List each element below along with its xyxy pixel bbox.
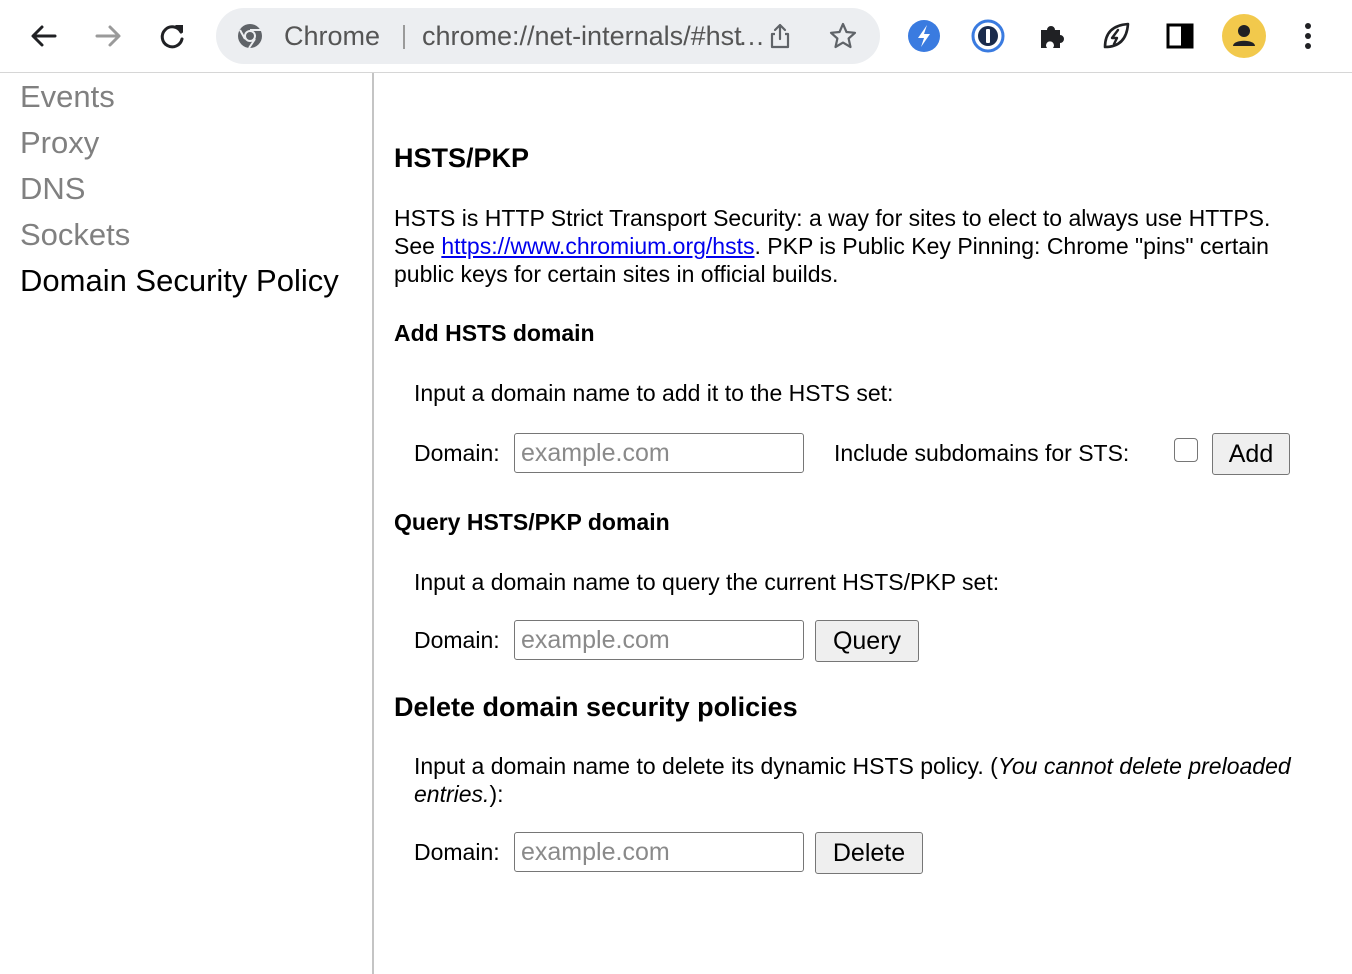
side-panel-button[interactable] [1158, 14, 1202, 58]
delete-instruction-text: Input a domain name to delete its dynami… [414, 753, 998, 779]
browser-menu-button[interactable] [1286, 14, 1330, 58]
query-button[interactable]: Query [815, 620, 919, 662]
add-domain-input[interactable] [514, 433, 804, 473]
forward-arrow-icon [95, 25, 121, 47]
include-subdomains-checkbox[interactable] [1174, 438, 1198, 462]
back-arrow-icon [31, 25, 57, 47]
back-button[interactable] [22, 14, 66, 58]
reload-icon [160, 25, 184, 49]
include-subdomains-label: Include subdomains for STS: [834, 440, 1130, 466]
sidebar-item-dns[interactable]: DNS [20, 171, 85, 207]
leaf-extension-icon [1103, 22, 1130, 49]
chromium-hsts-link[interactable]: https://www.chromium.org/hsts [441, 233, 754, 259]
query-hsts-heading: Query HSTS/PKP domain [394, 509, 670, 535]
main-content: HSTS/PKP HSTS is HTTP Strict Transport S… [394, 73, 1334, 974]
delete-button[interactable]: Delete [815, 832, 923, 874]
sidebar-item-proxy[interactable]: Proxy [20, 125, 99, 161]
query-domain-label: Domain: [414, 627, 500, 653]
delete-policies-heading: Delete domain security policies [394, 692, 798, 722]
share-icon[interactable] [766, 22, 794, 50]
side-panel-icon [1166, 23, 1194, 49]
add-domain-label: Domain: [414, 440, 500, 466]
add-hsts-instruction: Input a domain name to add it to the HST… [414, 380, 894, 406]
delete-instruction-close: ): [489, 781, 504, 807]
chrome-logo-icon [238, 24, 262, 49]
forward-button[interactable] [86, 14, 130, 58]
site-chip-label: Chrome [284, 21, 381, 51]
1password-icon [971, 19, 1005, 53]
query-domain-input[interactable] [514, 620, 804, 660]
sidebar-nav: Events Proxy DNS Sockets Domain Security… [0, 73, 374, 974]
reload-button[interactable] [150, 14, 194, 58]
address-url[interactable]: chrome://net-internals/#hsts [422, 8, 742, 64]
hsts-description: HSTS is HTTP Strict Transport Security: … [394, 204, 1314, 288]
delete-policies-instruction: Input a domain name to delete its dynami… [414, 752, 1294, 808]
leaf-extension-button[interactable] [1094, 14, 1138, 58]
page-title: HSTS/PKP [394, 143, 530, 173]
query-hsts-instruction: Input a domain name to query the current… [414, 569, 1000, 595]
sidebar-item-domain-security-policy[interactable]: Domain Security Policy [20, 263, 339, 299]
star-icon[interactable] [828, 21, 858, 51]
sidebar-item-sockets[interactable]: Sockets [20, 217, 130, 253]
omnibox[interactable]: Chrome chrome://net-internals/#hsts … [216, 8, 880, 64]
lightning-extension-button[interactable] [902, 14, 946, 58]
url-ellipsis: … [738, 21, 765, 51]
profile-avatar-icon [1222, 14, 1266, 58]
puzzle-extension-icon [1041, 26, 1064, 48]
extensions-button[interactable] [1030, 14, 1074, 58]
omnibox-divider [403, 25, 405, 49]
kebab-menu-icon [1305, 23, 1311, 49]
add-button[interactable]: Add [1212, 433, 1290, 475]
delete-domain-input[interactable] [514, 832, 804, 872]
delete-domain-label: Domain: [414, 839, 500, 865]
add-hsts-heading: Add HSTS domain [394, 320, 595, 346]
1password-extension-button[interactable] [966, 14, 1010, 58]
profile-button[interactable] [1222, 14, 1266, 58]
browser-toolbar: Chrome chrome://net-internals/#hsts … [0, 0, 1352, 73]
lightning-extension-icon [908, 20, 940, 52]
sidebar-item-events[interactable]: Events [20, 79, 115, 115]
